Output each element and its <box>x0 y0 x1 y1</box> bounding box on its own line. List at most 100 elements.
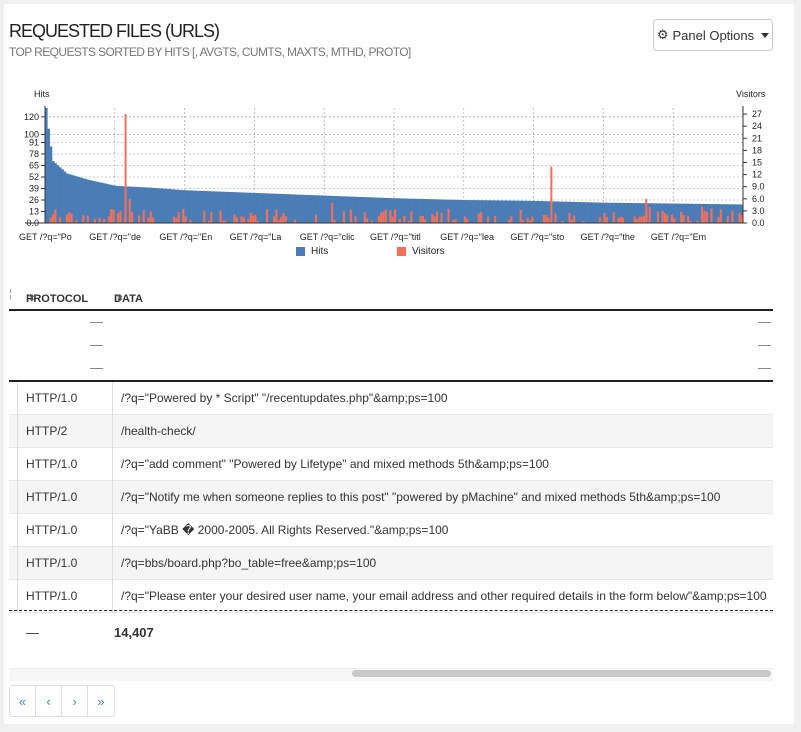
hits-bar <box>268 193 271 223</box>
hits-bar <box>370 197 374 223</box>
hits-bar <box>291 194 295 223</box>
visitors-bar <box>282 213 285 223</box>
visitors-bar <box>142 210 145 223</box>
left-axis-tick-label: 65 <box>29 161 39 171</box>
hits-bar <box>226 191 230 223</box>
hits-bar <box>205 191 209 223</box>
hits-bar <box>163 188 167 223</box>
visitors-peak-bar <box>331 202 334 223</box>
sort-icon: ⬍ <box>28 293 36 303</box>
hits-bar <box>496 200 499 223</box>
hits-bar <box>247 192 251 223</box>
hits-bar <box>256 193 260 223</box>
hits-bar <box>596 202 600 223</box>
visitors-bar <box>719 209 722 223</box>
hits-bar <box>582 202 586 223</box>
hits-bar <box>221 191 225 223</box>
table-row[interactable]: HTTP/2/health-check/ <box>9 414 773 448</box>
left-axis-tick-label: 91 <box>29 138 39 148</box>
visitors-bar <box>633 216 636 223</box>
hits-bar <box>722 204 725 223</box>
hits-bar <box>712 204 716 223</box>
hits-bar <box>677 203 681 223</box>
placeholder-dash: — <box>90 337 103 352</box>
table-row[interactable]: HTTP/1.0 /?q="Please enter your desired u… <box>9 579 773 613</box>
hits-bar <box>356 196 360 223</box>
hits-bar <box>524 200 527 223</box>
legend-visitors[interactable]: Visitors <box>397 246 445 257</box>
hits-bar <box>624 202 627 223</box>
visitors-bar <box>240 216 243 223</box>
last-page-button[interactable]: » <box>88 686 114 716</box>
scrollbar-thumb[interactable] <box>352 670 771 677</box>
visitors-bar <box>394 209 397 223</box>
hits-bar <box>715 204 718 223</box>
hits-bar <box>468 200 472 223</box>
hits-bar <box>333 195 337 223</box>
x-axis-tick-label: GET /?q="Po <box>19 232 72 242</box>
visitors-bar <box>363 212 366 223</box>
right-axis-tick-label: 0.0 <box>752 218 765 228</box>
visitors-bar <box>182 208 185 223</box>
visitors-bar <box>605 217 608 223</box>
visitors-bar <box>384 209 387 223</box>
hits-bar <box>540 201 544 223</box>
hits-bar <box>189 190 192 223</box>
table-row[interactable]: HTTP/1.0 /?q="Powered by * Script" "/rece… <box>9 382 773 415</box>
hits-bar <box>198 190 202 223</box>
hits-bar <box>375 197 379 223</box>
placeholder-dash: — <box>758 337 771 352</box>
visitors-bar <box>366 218 369 223</box>
hits-bar <box>121 186 125 223</box>
placeholder-dash: — <box>90 314 103 329</box>
data-table: HTTP/1.0 /?q="Powered by * Script" "/rece… <box>9 382 773 613</box>
next-page-button[interactable]: › <box>62 686 88 716</box>
hits-bar <box>521 200 525 223</box>
visitors-bar <box>642 215 646 223</box>
prev-page-button[interactable]: ‹ <box>36 686 62 716</box>
placeholder-dash: — <box>758 314 771 329</box>
table-row[interactable]: HTTP/1.0 /?q="add comment" "Powered by Li… <box>9 447 773 481</box>
hits-bar <box>396 198 399 223</box>
visitors-bar <box>382 211 385 223</box>
visitors-bar <box>377 215 380 223</box>
pagination: « ‹ › » <box>9 685 115 717</box>
visitors-bar <box>519 209 522 223</box>
table-row[interactable]: HTTP/1.0 /?q="YaBB � 2000-2005. All Right… <box>9 513 773 547</box>
hits-bar <box>289 194 292 223</box>
visitors-bar <box>619 216 622 223</box>
cell-protocol: HTTP/1.0 <box>17 382 113 415</box>
visitors-bar <box>203 210 206 223</box>
legend-swatch-visitors <box>397 247 406 256</box>
hits-bar <box>575 201 579 223</box>
legend-hits[interactable]: Hits <box>296 246 328 257</box>
cell-data: /?q="Powered by * Script" "/recentupdate… <box>121 391 448 405</box>
visitors-bar <box>284 216 287 223</box>
hits-bar <box>228 191 232 223</box>
visitors-bar <box>110 209 113 223</box>
hits-bar <box>512 200 516 223</box>
hits-bar <box>601 202 604 223</box>
hits-bar <box>498 200 502 223</box>
hits-bar <box>212 191 216 223</box>
hits-bar <box>561 201 565 223</box>
x-axis-tick-label: GET /?q="En <box>159 232 212 242</box>
hits-bar <box>200 190 204 223</box>
first-page-button[interactable]: « <box>10 686 36 716</box>
hits-bar <box>84 179 88 223</box>
legend-swatch-hits <box>296 247 305 256</box>
visitors-bar <box>435 211 438 223</box>
x-axis-tick-label: GET /?q="titl <box>370 232 421 242</box>
table-row[interactable]: HTTP/1.0 /?q="Notify me when someone repl… <box>9 480 773 514</box>
visitors-bar <box>573 215 576 223</box>
hits-bar <box>456 199 460 223</box>
hits-bar <box>533 200 537 223</box>
visitors-bar <box>477 213 480 223</box>
cell-data: /?q="Please enter your desired user name… <box>121 589 767 603</box>
table-row[interactable]: HTTP/1.0 /?q=bbs/board.php?bo_table=free&… <box>9 546 773 580</box>
hits-bar <box>307 194 311 223</box>
hits-bar <box>231 192 234 223</box>
visitors-bar <box>49 217 52 223</box>
visitors-bar <box>717 217 720 223</box>
cell-protocol: HTTP/1.0 <box>17 579 113 613</box>
